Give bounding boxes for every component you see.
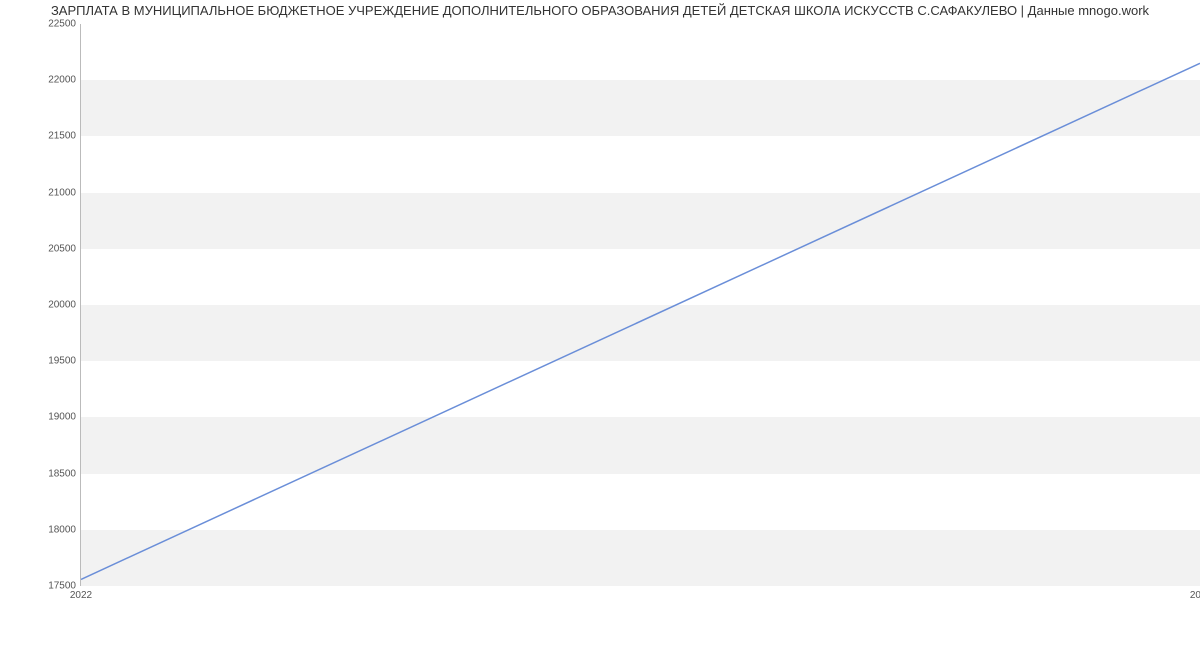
x-tick-label: 2022: [70, 590, 92, 601]
y-tick-label: 21500: [41, 131, 76, 142]
y-tick-label: 18500: [41, 468, 76, 479]
plot-area: 1750018000185001900019500200002050021000…: [80, 24, 1200, 586]
y-tick-label: 19500: [41, 356, 76, 367]
y-tick-label: 18000: [41, 524, 76, 535]
chart-title: ЗАРПЛАТА В МУНИЦИПАЛЬНОЕ БЮДЖЕТНОЕ УЧРЕЖ…: [0, 3, 1200, 18]
y-tick-label: 21000: [41, 187, 76, 198]
y-tick-label: 22500: [41, 19, 76, 30]
y-tick-label: 22000: [41, 75, 76, 86]
y-tick-label: 20000: [41, 300, 76, 311]
chart-line: [81, 24, 1200, 585]
x-tick-label: 2024: [1190, 590, 1200, 601]
y-tick-label: 19000: [41, 412, 76, 423]
chart-container: 1750018000185001900019500200002050021000…: [40, 24, 1200, 604]
y-tick-label: 20500: [41, 243, 76, 254]
